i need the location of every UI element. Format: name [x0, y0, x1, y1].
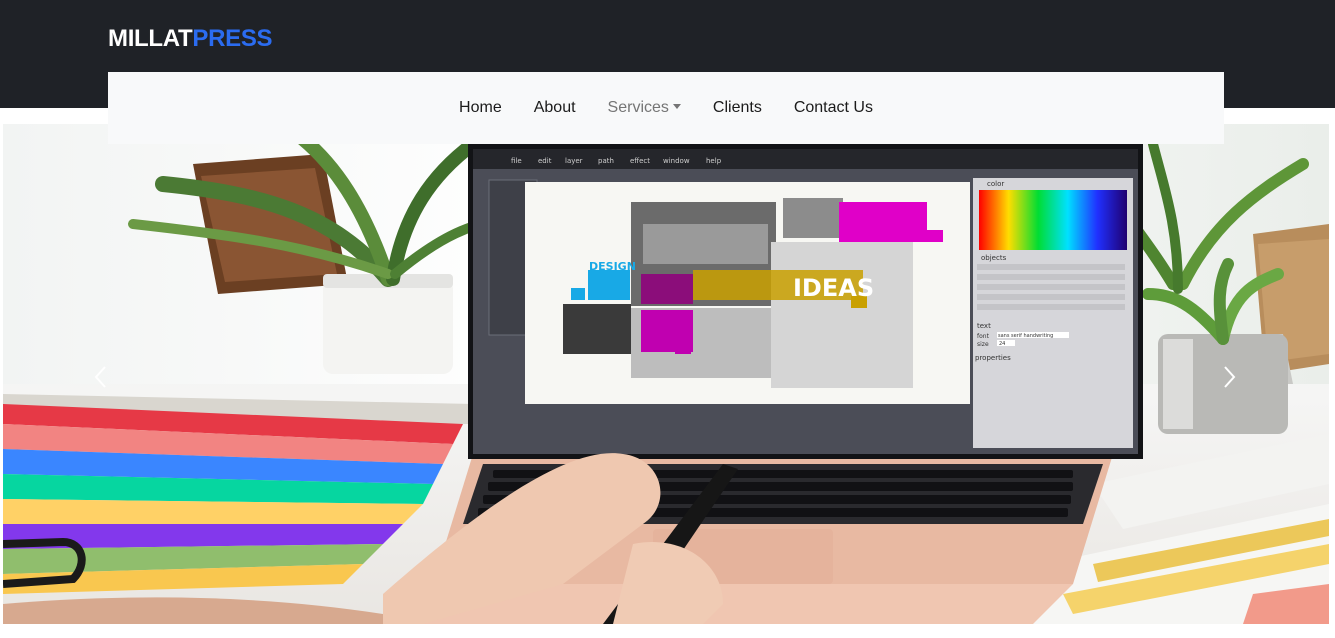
- nav-about[interactable]: About: [518, 99, 592, 117]
- main-navbar: Home About Services Clients Contact Us: [108, 72, 1224, 144]
- chevron-right-icon: [1224, 366, 1236, 388]
- size-label: size: [977, 341, 989, 348]
- brand-part-2: PRESS: [192, 25, 273, 52]
- screen-menu-edit: edit: [538, 157, 552, 165]
- font-value: sans serif handwriting: [998, 333, 1053, 339]
- screen-menu-path: path: [598, 157, 614, 165]
- caret-down-icon: [672, 104, 681, 109]
- left-plant: [128, 132, 508, 374]
- nav-home[interactable]: Home: [443, 99, 518, 117]
- screen-menu-file: file: [511, 157, 522, 165]
- hero-carousel: file edit layer path effect window help …: [3, 124, 1329, 624]
- brand-part-1: MILLAT: [108, 25, 193, 52]
- font-label: font: [977, 333, 990, 340]
- chevron-left-icon: [94, 366, 106, 388]
- carousel-prev[interactable]: [91, 364, 111, 390]
- screen-menu-window: window: [663, 157, 690, 165]
- screen-menu-help: help: [706, 157, 722, 165]
- screen-menu-effect: effect: [630, 157, 650, 165]
- color-swatch-fan: [3, 394, 473, 594]
- nav-services-dropdown[interactable]: Services: [592, 99, 697, 117]
- nav-services-label: Services: [607, 99, 669, 116]
- panel-objects-label: objects: [981, 254, 1007, 262]
- brand-logo[interactable]: MILLATPRESS: [108, 25, 273, 53]
- ideas-label: IDEAS: [793, 274, 874, 302]
- screen-menu-layer: layer: [565, 157, 583, 165]
- nav-contact[interactable]: Contact Us: [778, 99, 889, 117]
- nav-clients[interactable]: Clients: [697, 99, 778, 117]
- design-label: DESIGN: [589, 260, 636, 273]
- carousel-next[interactable]: [1219, 364, 1239, 390]
- size-value: 24: [999, 341, 1005, 347]
- panel-text-label: text: [977, 322, 991, 330]
- hero-image: file edit layer path effect window help …: [3, 132, 1329, 624]
- panel-properties-label: properties: [975, 354, 1011, 362]
- panel-color-label: color: [987, 180, 1004, 188]
